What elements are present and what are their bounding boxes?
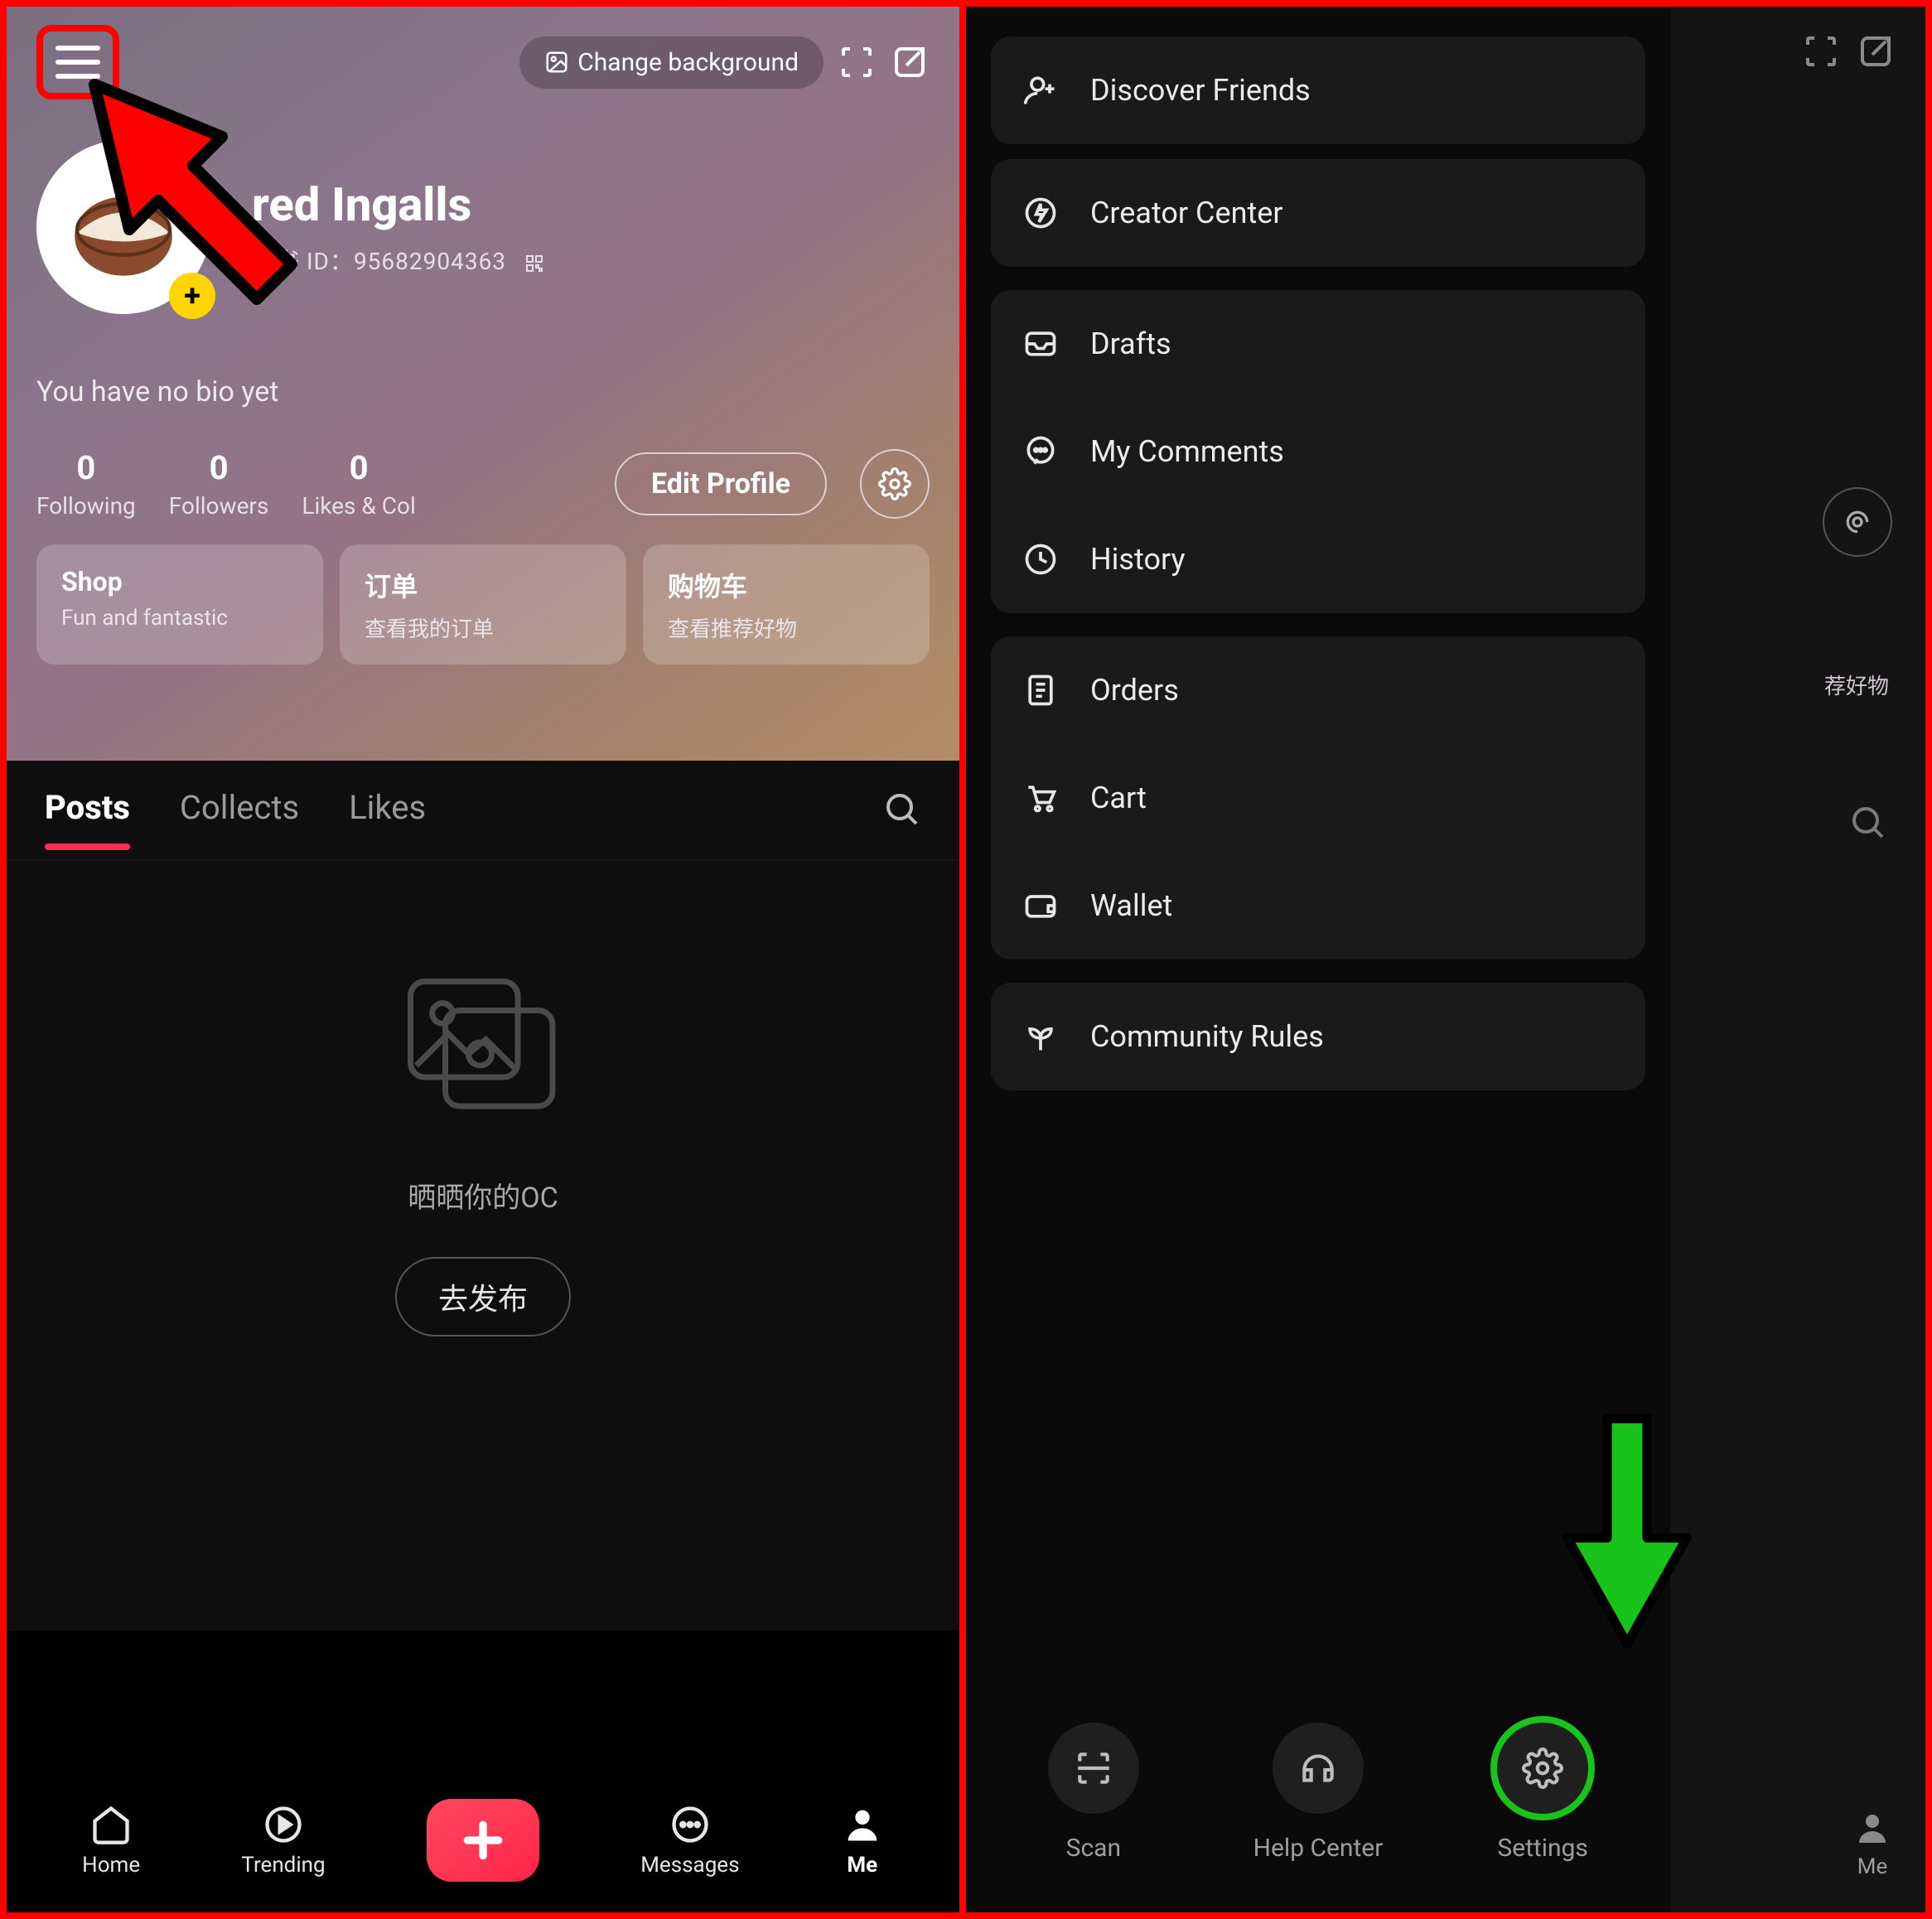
tab-posts[interactable]: Posts bbox=[45, 788, 130, 832]
tool-help-center[interactable]: Help Center bbox=[1253, 1723, 1384, 1863]
menu-drafts[interactable]: Drafts bbox=[991, 290, 1645, 398]
scan-icon[interactable] bbox=[837, 42, 877, 82]
play-circle-icon bbox=[262, 1803, 305, 1846]
bg-search-button[interactable] bbox=[1847, 802, 1887, 845]
nav-me[interactable]: Me bbox=[841, 1803, 884, 1878]
change-background-button[interactable]: Change background bbox=[519, 36, 824, 89]
plus-icon bbox=[460, 1817, 506, 1863]
publish-button[interactable]: 去发布 bbox=[395, 1257, 571, 1337]
profile-hero: Change background bbox=[7, 7, 959, 761]
profile-screen: Change background bbox=[7, 7, 966, 1912]
bottom-navbar: Home Trending Messages Me bbox=[7, 1767, 959, 1912]
empty-prompt-text: 晒晒你的OC bbox=[408, 1175, 558, 1216]
edit-profile-button[interactable]: Edit Profile bbox=[615, 452, 827, 515]
cart-icon bbox=[1022, 780, 1059, 816]
inbox-icon bbox=[1022, 326, 1059, 362]
display-name: red Ingalls bbox=[252, 177, 544, 232]
side-menu-screen: 荐好物 Me Discover Friends bbox=[966, 7, 1925, 1912]
search-icon bbox=[1847, 802, 1887, 842]
gear-icon bbox=[1522, 1747, 1563, 1789]
user-plus-icon bbox=[1022, 72, 1059, 109]
gear-icon bbox=[1841, 505, 1874, 539]
add-avatar-badge[interactable]: + bbox=[169, 273, 215, 319]
empty-image-icon bbox=[396, 968, 570, 1117]
share-icon[interactable] bbox=[890, 42, 930, 82]
history-icon bbox=[1022, 541, 1059, 578]
wallet-icon bbox=[1022, 887, 1059, 924]
drawer-bottom-tools: Scan Help Center Settings bbox=[991, 1723, 1645, 1879]
home-icon bbox=[89, 1803, 133, 1846]
receipt-icon bbox=[1022, 672, 1059, 708]
menu-cart[interactable]: Cart bbox=[991, 744, 1645, 852]
nav-home[interactable]: Home bbox=[82, 1803, 140, 1878]
avatar-image bbox=[65, 169, 181, 285]
menu-orders[interactable]: Orders bbox=[991, 636, 1645, 744]
menu-discover-friends[interactable]: Discover Friends bbox=[991, 36, 1645, 144]
bg-scan-icon[interactable] bbox=[1801, 31, 1841, 71]
profile-settings-button[interactable] bbox=[860, 449, 930, 519]
card-shop[interactable]: Shop Fun and fantastic bbox=[36, 544, 323, 665]
scan-icon bbox=[1073, 1747, 1114, 1789]
profile-topbar: Change background bbox=[36, 30, 930, 94]
chat-icon bbox=[669, 1803, 712, 1846]
side-drawer: Discover Friends Creator Center Drafts M… bbox=[966, 7, 1670, 1912]
hamburger-icon bbox=[56, 46, 100, 79]
nav-trending[interactable]: Trending bbox=[241, 1803, 325, 1878]
person-icon bbox=[841, 1803, 884, 1846]
menu-wallet[interactable]: Wallet bbox=[991, 852, 1645, 960]
gear-icon bbox=[878, 467, 911, 500]
image-icon bbox=[544, 50, 569, 75]
tool-scan[interactable]: Scan bbox=[1048, 1723, 1139, 1863]
tab-likes[interactable]: Likes bbox=[349, 788, 426, 832]
bg-share-icon[interactable] bbox=[1856, 31, 1896, 71]
stat-followers[interactable]: 0 Followers bbox=[169, 448, 269, 520]
bio-text[interactable]: You have no bio yet bbox=[36, 375, 930, 408]
change-background-label: Change background bbox=[577, 48, 799, 77]
tool-settings[interactable]: Settings bbox=[1497, 1723, 1588, 1863]
profile-tabs: Posts Collects Likes bbox=[7, 761, 959, 860]
person-icon bbox=[1852, 1808, 1892, 1848]
card-cart[interactable]: 购物车 查看推荐好物 bbox=[643, 544, 930, 665]
stat-following[interactable]: 0 Following bbox=[36, 448, 136, 520]
bg-nav-me[interactable]: Me bbox=[1852, 1808, 1892, 1879]
avatar[interactable]: + bbox=[36, 140, 210, 314]
headset-icon bbox=[1297, 1747, 1339, 1789]
qr-icon[interactable] bbox=[524, 254, 544, 273]
user-id-line: 红书 ID：95682904363 bbox=[252, 244, 544, 277]
nav-messages[interactable]: Messages bbox=[640, 1803, 739, 1878]
bolt-circle-icon bbox=[1022, 195, 1059, 231]
menu-community-rules[interactable]: Community Rules bbox=[991, 983, 1645, 1090]
search-icon bbox=[881, 789, 921, 829]
sprout-icon bbox=[1022, 1018, 1059, 1055]
empty-posts-state: 晒晒你的OC 去发布 bbox=[7, 860, 959, 1631]
bg-settings-button[interactable] bbox=[1823, 487, 1892, 557]
menu-my-comments[interactable]: My Comments bbox=[991, 398, 1645, 505]
menu-button[interactable] bbox=[36, 25, 119, 99]
menu-creator-center[interactable]: Creator Center bbox=[991, 159, 1645, 267]
profile-search-button[interactable] bbox=[881, 789, 921, 832]
tab-collects[interactable]: Collects bbox=[180, 788, 299, 832]
create-post-button[interactable] bbox=[427, 1799, 539, 1882]
card-orders[interactable]: 订单 查看我的订单 bbox=[340, 544, 626, 665]
comment-icon bbox=[1022, 433, 1059, 470]
dimmed-background: 荐好物 Me bbox=[1670, 7, 1925, 1912]
menu-history[interactable]: History bbox=[991, 505, 1645, 613]
bg-card-sub: 荐好物 bbox=[1824, 669, 1889, 700]
stat-likes-collects[interactable]: 0 Likes & Col bbox=[302, 448, 415, 520]
